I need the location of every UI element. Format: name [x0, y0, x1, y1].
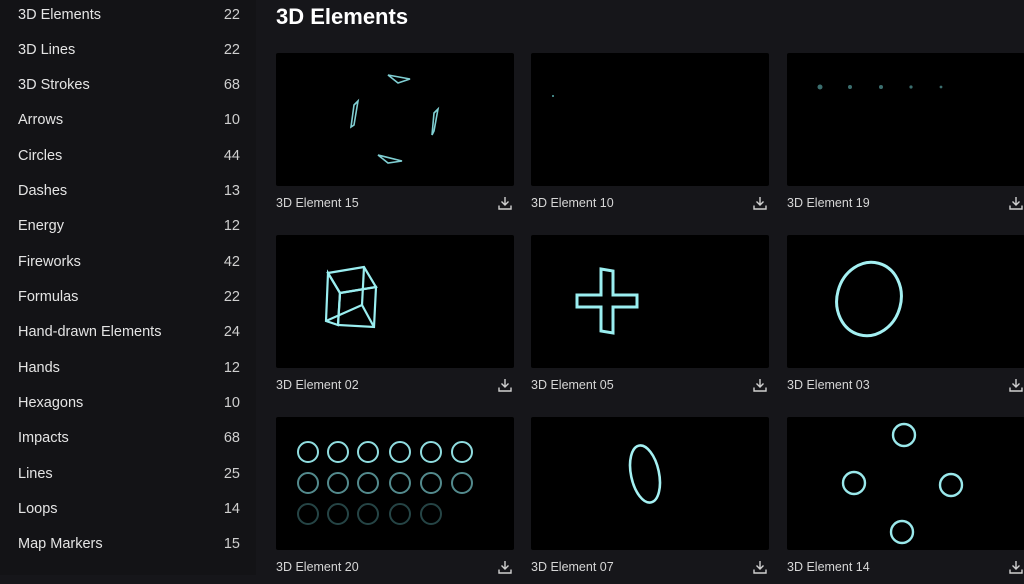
sidebar-item-label: Impacts [18, 429, 69, 446]
sidebar-item-label: Fireworks [18, 253, 81, 270]
sidebar-item-label: Lines [18, 465, 53, 482]
asset-card[interactable]: 3D Element 14 [787, 417, 1024, 584]
sidebar-item-count: 24 [223, 323, 240, 340]
preview-dot [552, 95, 554, 97]
sidebar-item-lines[interactable]: Lines 25 [0, 456, 256, 491]
sidebar-item-count: 68 [223, 76, 240, 93]
sidebar-item-count: 22 [223, 41, 240, 58]
sidebar-item-label: Hexagons [18, 394, 84, 411]
sidebar-item-count: 10 [223, 394, 240, 411]
sidebar-item-count: 12 [223, 359, 240, 376]
preview-four-shards [349, 74, 440, 164]
sidebar-item-count: 25 [223, 465, 240, 482]
download-icon[interactable] [1007, 558, 1024, 576]
sidebar-item-loops[interactable]: Loops 14 [0, 491, 256, 526]
sidebar-item-count: 12 [223, 217, 240, 234]
preview-thumbnail[interactable] [787, 417, 1024, 550]
sidebar-item-count: 22 [223, 6, 240, 23]
sidebar-item-fireworks[interactable]: Fireworks 42 [0, 244, 256, 279]
preview-thumbnail[interactable] [787, 235, 1024, 368]
sidebar-item-arrows[interactable]: Arrows 10 [0, 102, 256, 137]
download-icon[interactable] [751, 194, 769, 212]
card-title: 3D Element 02 [276, 378, 359, 392]
sidebar-item-3d-elements[interactable]: 3D Elements 22 [0, 0, 256, 32]
download-icon[interactable] [496, 558, 514, 576]
asset-card[interactable]: 3D Element 19 [787, 53, 1024, 220]
sidebar-item-count: 22 [223, 288, 240, 305]
download-icon[interactable] [751, 558, 769, 576]
card-title: 3D Element 05 [531, 378, 614, 392]
sidebar-item-count: 44 [223, 147, 240, 164]
preview-ellipse [628, 444, 662, 504]
sidebar-item-impacts[interactable]: Impacts 68 [0, 420, 256, 455]
sidebar-item-label: 3D Elements [18, 6, 102, 23]
preview-thumbnail[interactable] [276, 417, 514, 550]
sidebar-item-circles[interactable]: Circles 44 [0, 138, 256, 173]
sidebar-item-label: Formulas [18, 288, 79, 305]
sidebar-item-map-markers[interactable]: Map Markers 15 [0, 526, 256, 561]
preview-circle-grid [297, 441, 473, 525]
card-title: 3D Element 19 [787, 196, 870, 210]
sidebar-item-formulas[interactable]: Formulas 22 [0, 279, 256, 314]
sidebar-item-label: Hand-drawn Elements [18, 323, 162, 340]
preview-ring [835, 260, 903, 338]
download-icon[interactable] [496, 376, 514, 394]
preview-cross [575, 267, 639, 335]
sidebar-item-label: Circles [18, 147, 63, 164]
sidebar-item-label: Dashes [18, 182, 68, 199]
card-title: 3D Element 14 [787, 560, 870, 574]
download-icon[interactable] [751, 376, 769, 394]
sidebar-item-count: 13 [223, 182, 240, 199]
sidebar-item-count: 42 [223, 253, 240, 270]
sidebar-item-3d-strokes[interactable]: 3D Strokes 68 [0, 67, 256, 102]
sidebar-item-energy[interactable]: Energy 12 [0, 208, 256, 243]
preview-thumbnail[interactable] [276, 53, 514, 186]
card-title: 3D Element 07 [531, 560, 614, 574]
sidebar-item-count: 68 [223, 429, 240, 446]
preview-dots-row [817, 84, 943, 90]
sidebar-item-hexagons[interactable]: Hexagons 10 [0, 385, 256, 420]
sidebar-item-label: Energy [18, 217, 64, 234]
sidebar-item-count: 14 [223, 500, 240, 517]
sidebar-item-hands[interactable]: Hands 12 [0, 350, 256, 385]
card-title: 3D Element 10 [531, 196, 614, 210]
card-title: 3D Element 15 [276, 196, 359, 210]
card-title: 3D Element 03 [787, 378, 870, 392]
sidebar-item-label: Arrows [18, 111, 64, 128]
sidebar-item-3d-lines[interactable]: 3D Lines 22 [0, 32, 256, 67]
sidebar-item-label: 3D Lines [18, 41, 76, 58]
download-icon[interactable] [1007, 376, 1024, 394]
asset-card[interactable]: 3D Element 07 [531, 417, 769, 584]
page-title: 3D Elements [276, 4, 409, 29]
preview-four-circles [841, 422, 964, 545]
category-sidebar: 3D Elements 22 3D Lines 22 3D Strokes 68 Ar… [0, 0, 256, 575]
asset-card[interactable]: 3D Element 15 [276, 53, 514, 220]
asset-card[interactable]: 3D Element 05 [531, 235, 769, 402]
sidebar-item-count: 15 [223, 535, 240, 552]
sidebar-item-label: Loops [18, 500, 58, 517]
asset-card[interactable]: 3D Element 03 [787, 235, 1024, 402]
sidebar-item-count: 10 [223, 111, 240, 128]
download-icon[interactable] [496, 194, 514, 212]
download-icon[interactable] [1007, 194, 1024, 212]
sidebar-item-hand-drawn-elements[interactable]: Hand-drawn Elements 24 [0, 314, 256, 349]
preview-thumbnail[interactable] [276, 235, 514, 368]
sidebar-item-dashes[interactable]: Dashes 13 [0, 173, 256, 208]
preview-thumbnail[interactable] [787, 53, 1024, 186]
preview-thumbnail[interactable] [531, 53, 769, 186]
card-title: 3D Element 20 [276, 560, 359, 574]
main-content: 3D Elements 3D Element 15 3D Element 10 … [256, 0, 1024, 575]
sidebar-item-label: Map Markers [18, 535, 103, 552]
sidebar-item-label: Hands [18, 359, 60, 376]
sidebar-item-label: 3D Strokes [18, 76, 90, 93]
preview-cube [324, 265, 378, 329]
preview-thumbnail[interactable] [531, 235, 769, 368]
preview-thumbnail[interactable] [531, 417, 769, 550]
asset-card[interactable]: 3D Element 02 [276, 235, 514, 402]
asset-card[interactable]: 3D Element 20 [276, 417, 514, 584]
asset-card[interactable]: 3D Element 10 [531, 53, 769, 220]
